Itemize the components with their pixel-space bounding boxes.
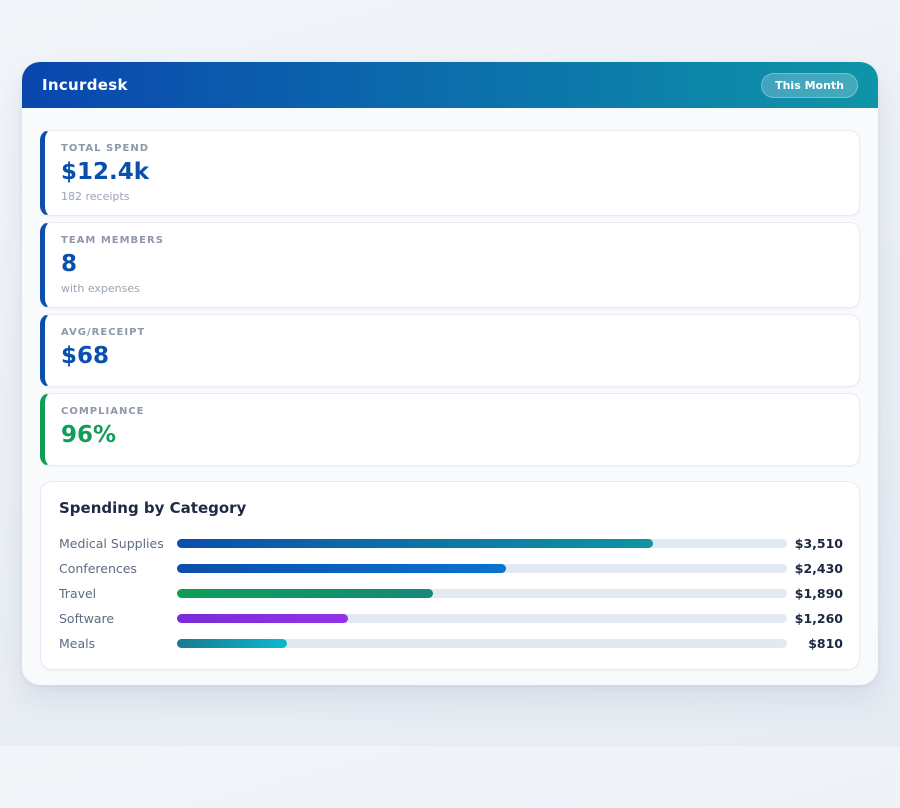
app-title: Incurdesk [42, 76, 128, 94]
category-bar-fill [177, 589, 433, 598]
category-value: $1,260 [787, 611, 843, 626]
category-value: $810 [787, 636, 843, 651]
category-bar-track [177, 539, 787, 548]
stat-label: AVG/RECEIPT [61, 327, 843, 338]
category-bar-fill [177, 539, 653, 548]
category-row: Meals $810 [57, 631, 843, 656]
stat-card: COMPLIANCE 96% [40, 393, 860, 466]
period-badge[interactable]: This Month [761, 73, 858, 98]
stat-label: TOTAL SPEND [61, 143, 843, 154]
stat-sub: 182 receipts [61, 190, 843, 203]
stat-value: 96% [61, 421, 843, 451]
category-bar-track [177, 639, 787, 648]
stat-value: 8 [61, 250, 843, 280]
stat-card: AVG/RECEIPT $68 [40, 314, 860, 387]
category-bar-track [177, 589, 787, 598]
category-bar-fill [177, 564, 506, 573]
category-label: Conferences [57, 561, 177, 576]
stat-label: COMPLIANCE [61, 406, 843, 417]
section-title: Spending by Category [59, 499, 843, 517]
category-value: $3,510 [787, 536, 843, 551]
stat-value: $12.4k [61, 158, 843, 188]
category-row: Travel $1,890 [57, 581, 843, 606]
stat-card: TEAM MEMBERS 8 with expenses [40, 222, 860, 308]
category-row: Conferences $2,430 [57, 556, 843, 581]
stat-card: TOTAL SPEND $12.4k 182 receipts [40, 130, 860, 216]
dashboard-panel: Incurdesk This Month TOTAL SPEND $12.4k … [22, 62, 878, 685]
category-spending-card: Spending by Category Medical Supplies $3… [40, 481, 860, 670]
category-value: $2,430 [787, 561, 843, 576]
category-bar-fill [177, 639, 287, 648]
dashboard-content: TOTAL SPEND $12.4k 182 receipts TEAM MEM… [22, 108, 878, 685]
stat-sub: with expenses [61, 282, 843, 295]
category-label: Medical Supplies [57, 536, 177, 551]
category-bar-track [177, 564, 787, 573]
category-row: Medical Supplies $3,510 [57, 531, 843, 556]
category-value: $1,890 [787, 586, 843, 601]
category-row: Software $1,260 [57, 606, 843, 631]
category-label: Software [57, 611, 177, 626]
category-label: Meals [57, 636, 177, 651]
stat-label: TEAM MEMBERS [61, 235, 843, 246]
category-label: Travel [57, 586, 177, 601]
category-bar-fill [177, 614, 348, 623]
stat-value: $68 [61, 342, 843, 372]
category-bar-track [177, 614, 787, 623]
app-header: Incurdesk This Month [22, 62, 878, 108]
